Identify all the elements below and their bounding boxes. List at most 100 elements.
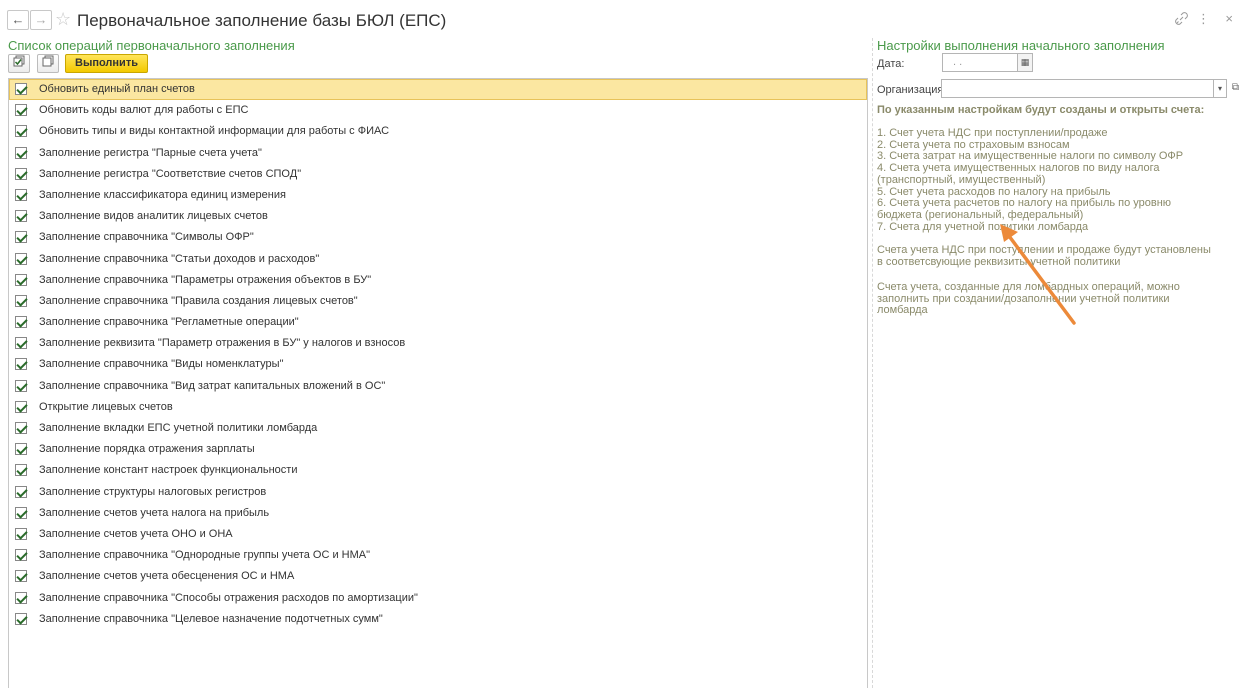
list-item[interactable]: Заполнение справочника "Целевое назначен… [9, 609, 867, 630]
operation-label: Заполнение справочника "Вид затрат капит… [39, 379, 386, 392]
operation-label: Заполнение реквизита "Параметр отражения… [39, 337, 406, 350]
operation-label: Заполнение справочника "Виды номенклатур… [39, 358, 284, 371]
operation-label: Заполнение структуры налоговых регистров [39, 485, 267, 498]
operation-label: Заполнение порядка отражения зарплаты [39, 443, 255, 456]
calendar-icon[interactable]: ▦ [1017, 53, 1033, 72]
operation-label: Обновить единый план счетов [39, 83, 195, 95]
list-item[interactable]: Обновить единый план счетов [9, 79, 867, 101]
checkbox[interactable] [15, 273, 27, 286]
checkbox[interactable] [15, 252, 27, 265]
checkbox[interactable] [15, 210, 27, 223]
check-all-button[interactable] [8, 54, 30, 73]
checkbox[interactable] [15, 104, 27, 117]
list-item[interactable]: Обновить типы и виды контактной информац… [9, 121, 867, 142]
forward-arrow-icon[interactable]: → [30, 10, 52, 30]
checkbox[interactable] [15, 464, 27, 477]
operation-label: Заполнение справочника "Способы отражени… [39, 591, 418, 604]
uncheck-all-icon [42, 55, 54, 67]
list-item[interactable]: Обновить коды валют для работы с ЕПС [9, 100, 867, 121]
operation-label: Открытие лицевых счетов [39, 400, 173, 413]
list-item[interactable]: Заполнение справочника "Виды номенклатур… [9, 354, 867, 375]
list-item[interactable]: Заполнение справочника "Регламетные опер… [9, 312, 867, 333]
window-titlebar: ← → ☆ Первоначальное заполнение базы БЮЛ… [0, 0, 1243, 36]
operation-label: Заполнение счетов учета ОНО и ОНА [39, 527, 233, 540]
list-item[interactable]: Заполнение классификатора единиц измерен… [9, 185, 867, 206]
checkbox[interactable] [15, 422, 27, 434]
chevron-down-icon[interactable]: ▾ [1213, 79, 1227, 98]
list-item[interactable]: Заполнение счетов учета налога на прибыл… [9, 503, 867, 524]
info-title: По указанным настройкам будут созданы и … [877, 104, 1205, 116]
list-item[interactable]: Заполнение констант настроек функциональ… [9, 460, 867, 481]
operation-label: Заполнение счетов учета обесценения ОС и… [39, 570, 295, 583]
open-form-icon[interactable]: ⧉ [1228, 79, 1243, 98]
close-icon[interactable]: × [1225, 11, 1233, 26]
checkbox[interactable] [15, 125, 27, 138]
list-item[interactable]: Заполнение реквизита "Параметр отражения… [9, 333, 867, 354]
date-field[interactable]: . . [942, 53, 1018, 72]
checkbox[interactable] [15, 379, 27, 392]
back-arrow-icon[interactable]: ← [7, 10, 29, 30]
checkbox[interactable] [15, 294, 27, 307]
list-item[interactable]: Заполнение справочника "Параметры отраже… [9, 270, 867, 291]
checkbox[interactable] [15, 400, 27, 413]
organization-label: Организация: [877, 84, 947, 96]
list-item[interactable]: Заполнение видов аналитик лицевых счетов [9, 206, 867, 227]
checkbox[interactable] [15, 570, 27, 583]
operation-label: Заполнение регистра "Соответствие счетов… [39, 167, 302, 180]
star-icon[interactable]: ☆ [55, 9, 71, 29]
list-item[interactable]: Заполнение порядка отражения зарплаты [9, 439, 867, 460]
operation-label: Заполнение справочника "Целевое назначен… [39, 612, 383, 625]
list-item[interactable]: Открытие лицевых счетов [9, 397, 867, 418]
panel-divider [872, 38, 873, 688]
operation-label: Заполнение констант настроек функциональ… [39, 464, 298, 477]
list-item[interactable]: Заполнение справочника "Статьи доходов и… [9, 249, 867, 270]
uncheck-all-button[interactable] [37, 54, 59, 73]
operation-label: Заполнение классификатора единиц измерен… [39, 188, 286, 201]
list-item[interactable]: Заполнение справочника "Правила создания… [9, 291, 867, 312]
list-item[interactable]: Заполнение справочника "Способы отражени… [9, 588, 867, 609]
checkbox[interactable] [15, 337, 27, 350]
accounts-list-info: 1. Счет учета НДС при поступлении/продаж… [877, 127, 1207, 233]
list-item[interactable]: Заполнение структуры налоговых регистров [9, 482, 867, 503]
link-icon[interactable] [1175, 12, 1188, 28]
list-item[interactable]: Заполнение справочника "Символы ОФР" [9, 227, 867, 248]
list-item[interactable]: Заполнение счетов учета ОНО и ОНА [9, 524, 867, 545]
operation-label: Заполнение вкладки ЕПС учетной политики … [39, 422, 318, 434]
checkbox[interactable] [15, 506, 27, 519]
checkbox[interactable] [15, 316, 27, 329]
window-title: Первоначальное заполнение базы БЮЛ (ЕПС) [77, 11, 447, 30]
operation-label: Обновить коды валют для работы с ЕПС [39, 104, 249, 117]
checkbox[interactable] [15, 549, 27, 562]
checkbox[interactable] [15, 231, 27, 244]
list-item[interactable]: Заполнение вкладки ЕПС учетной политики … [9, 418, 867, 439]
list-item[interactable]: Заполнение справочника "Однородные групп… [9, 545, 867, 566]
checkbox[interactable] [15, 612, 27, 625]
operations-list[interactable]: Обновить единый план счетов Обновить коды… [8, 78, 868, 688]
checkbox[interactable] [15, 358, 27, 371]
checkbox[interactable] [15, 83, 27, 95]
date-label: Дата: [877, 58, 905, 70]
list-item[interactable]: Заполнение справочника "Вид затрат капит… [9, 376, 867, 397]
annotation-arrow-icon [1000, 224, 1076, 325]
checkbox[interactable] [15, 443, 27, 456]
operation-label: Заполнение счетов учета налога на прибыл… [39, 506, 270, 519]
checkbox[interactable] [15, 591, 27, 604]
operation-label: Заполнение справочника "Статьи доходов и… [39, 252, 320, 265]
operation-label: Заполнение регистра "Парные счета учета" [39, 146, 262, 159]
checkbox[interactable] [15, 527, 27, 540]
operation-label: Заполнение справочника "Регламетные опер… [39, 316, 299, 329]
list-item[interactable]: Заполнение регистра "Парные счета учета" [9, 143, 867, 164]
checkbox[interactable] [15, 188, 27, 201]
organization-field[interactable] [941, 79, 1214, 98]
checkbox[interactable] [15, 485, 27, 498]
operation-label: Обновить типы и виды контактной информац… [39, 125, 390, 138]
list-item[interactable]: Заполнение регистра "Соответствие счетов… [9, 164, 867, 185]
more-menu-icon[interactable]: ⋮ [1197, 11, 1210, 27]
list-item[interactable]: Заполнение счетов учета обесценения ОС и… [9, 566, 867, 587]
run-button[interactable]: Выполнить [65, 54, 148, 73]
checkbox[interactable] [15, 146, 27, 159]
operation-label: Заполнение справочника "Однородные групп… [39, 549, 371, 562]
checkbox[interactable] [15, 167, 27, 180]
info-line: 1. Счет учета НДС при поступлении/продаж… [877, 127, 1108, 139]
operation-label: Заполнение справочника "Параметры отраже… [39, 273, 372, 286]
